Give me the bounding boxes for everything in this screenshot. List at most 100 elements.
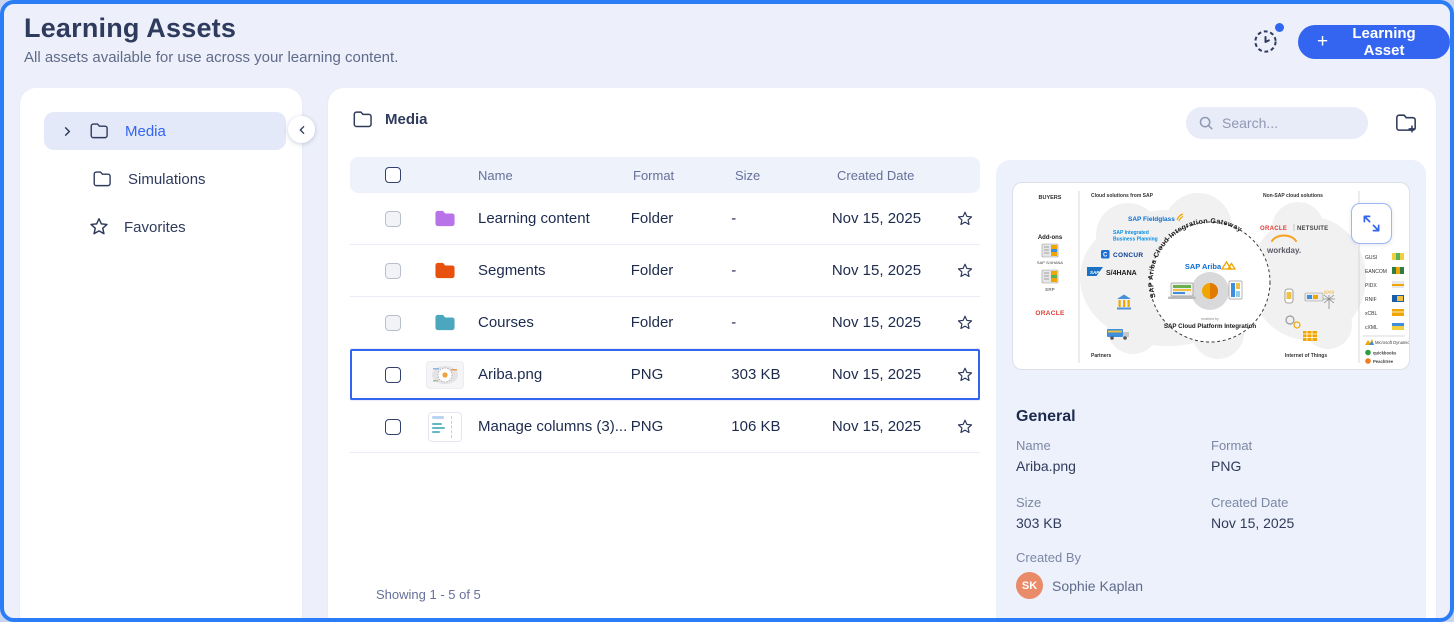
row-size: - (731, 210, 832, 227)
row-format: Folder (631, 262, 732, 279)
breadcrumb-label: Media (385, 111, 428, 128)
cloud-sap-label: Cloud solutions from SAP (1091, 193, 1154, 199)
chevron-right-icon[interactable] (62, 126, 73, 137)
row-name: Ariba.png (478, 366, 631, 383)
field-size: Size 303 KB (1016, 495, 1211, 531)
laptop-icon (1168, 283, 1196, 299)
plus-icon: + (1317, 32, 1328, 51)
server-icon (1042, 244, 1058, 257)
screenshot-thumbnail (428, 412, 462, 442)
row-size: 106 KB (731, 418, 832, 435)
row-name: Learning content (478, 210, 631, 227)
row-format: Folder (631, 314, 732, 331)
row-size: 303 KB (731, 366, 832, 383)
row-format: PNG (631, 366, 732, 383)
page-title: Learning Assets (24, 13, 236, 44)
add-learning-asset-label: Learning Asset (1337, 25, 1431, 59)
table-row-courses[interactable]: Courses Folder - Nov 15, 2025 (350, 297, 980, 349)
sidebar-item-favorites[interactable]: Favorites (44, 208, 286, 246)
svg-text:CONCUR: CONCUR (1113, 252, 1143, 259)
favorite-star-button[interactable] (956, 314, 974, 332)
expand-preview-button[interactable] (1351, 203, 1392, 244)
enabled-by-label: enabled by (1201, 317, 1219, 321)
search-box[interactable] (1186, 107, 1368, 139)
row-created: Nov 15, 2025 (832, 262, 956, 279)
server-icon (1042, 270, 1058, 283)
page-subtitle: All assets available for use across your… (24, 49, 398, 66)
asset-details-panel: BUYERS Add-ons SAP S/4HANA ERP ORACLE (996, 160, 1426, 622)
svg-text:(((o))): (((o))) (1324, 289, 1335, 294)
row-checkbox[interactable] (385, 419, 401, 435)
expand-arrows-icon (1362, 214, 1381, 233)
add-learning-asset-button[interactable]: + Learning Asset (1298, 25, 1450, 59)
row-checkbox[interactable] (385, 263, 401, 279)
concur-logo: C CONCUR (1101, 250, 1143, 259)
sidebar-item-media[interactable]: Media (44, 112, 286, 150)
star-icon (88, 216, 110, 238)
sidebar-item-label: Favorites (124, 219, 186, 236)
svg-text:Microsoft Dynamics: Microsoft Dynamics (1375, 340, 1410, 345)
svg-text:ORACLE: ORACLE (1260, 226, 1287, 232)
star-icon (956, 366, 974, 384)
window-icon (1229, 281, 1242, 299)
sidebar: Media Simulations Favorites (20, 88, 302, 622)
protocol-label: RNIF (1365, 297, 1377, 303)
partners-label: Partners (1091, 353, 1112, 359)
sidebar-item-simulations[interactable]: Simulations (44, 160, 286, 198)
sidebar-collapse-button[interactable] (288, 116, 315, 143)
folder-orange-icon (433, 260, 457, 281)
erp-label: ERP (1045, 287, 1054, 292)
select-all-checkbox[interactable] (385, 167, 401, 183)
svg-text:NETSUITE: NETSUITE (1297, 226, 1328, 232)
ibp-logo-line1: SAP Integrated (1113, 230, 1149, 236)
row-created: Nov 15, 2025 (832, 418, 956, 435)
row-checkbox[interactable] (385, 367, 401, 383)
ibp-logo-line2: Business Planning (1113, 237, 1158, 243)
history-clock-icon (1252, 28, 1279, 55)
table-row-learning-content[interactable]: Learning content Folder - Nov 15, 2025 (350, 193, 980, 245)
row-format: Folder (631, 210, 732, 227)
row-checkbox[interactable] (385, 315, 401, 331)
row-checkbox[interactable] (385, 211, 401, 227)
table-row-segments[interactable]: Segments Folder - Nov 15, 2025 (350, 245, 980, 297)
column-header-format[interactable]: Format (633, 168, 735, 183)
search-icon (1198, 115, 1214, 131)
table-header-row: Name Format Size Created Date (350, 157, 980, 193)
folder-icon (92, 170, 112, 188)
row-size: - (731, 314, 832, 331)
svg-text:C: C (1103, 253, 1108, 259)
main-panel: Media Name Format Size Created Da (328, 88, 1436, 622)
svg-text:SAP: SAP (1090, 270, 1100, 275)
favorite-star-button[interactable] (956, 418, 974, 436)
new-folder-button[interactable] (1392, 109, 1420, 137)
table-row-manage-columns[interactable]: Manage columns (3)... PNG 106 KB Nov 15,… (350, 401, 980, 453)
chevron-left-icon (297, 125, 307, 135)
folder-icon (89, 122, 109, 140)
table-row-ariba-png[interactable]: Ariba.png PNG 303 KB Nov 15, 2025 (350, 349, 980, 401)
svg-text:workday.: workday. (1266, 246, 1301, 255)
protocol-label: EANCOM (1365, 269, 1387, 275)
favorite-star-button[interactable] (956, 262, 974, 280)
folder-teal-icon (433, 312, 457, 333)
app-window: Learning Assets All assets available for… (0, 0, 1454, 622)
created-by-section: Created By SK Sophie Kaplan (1016, 550, 1143, 599)
column-header-name[interactable]: Name (478, 168, 633, 183)
star-icon (956, 262, 974, 280)
pagination-status: Showing 1 - 5 of 5 (376, 587, 481, 602)
asset-preview[interactable]: BUYERS Add-ons SAP S/4HANA ERP ORACLE (1012, 182, 1410, 370)
oracle-netsuite-logos: ORACLE NETSUITE (1260, 224, 1328, 232)
favorite-star-button[interactable] (956, 210, 974, 228)
column-header-size[interactable]: Size (735, 168, 837, 183)
iot-label: Internet of Things (1285, 353, 1327, 359)
search-input[interactable] (1222, 115, 1352, 131)
favorite-star-button[interactable] (956, 366, 974, 384)
history-button[interactable] (1252, 23, 1284, 55)
ariba-thumbnail (426, 361, 464, 389)
column-header-created[interactable]: Created Date (837, 168, 963, 183)
buyers-label: BUYERS (1039, 195, 1062, 201)
non-sap-label: Non-SAP cloud solutions (1263, 193, 1323, 199)
s4hana-small-label: SAP S/4HANA (1037, 260, 1063, 265)
svg-text:Peachtree: Peachtree (1373, 359, 1394, 364)
fieldglass-logo: SAP Fieldglass (1128, 216, 1175, 223)
row-name: Courses (478, 314, 631, 331)
